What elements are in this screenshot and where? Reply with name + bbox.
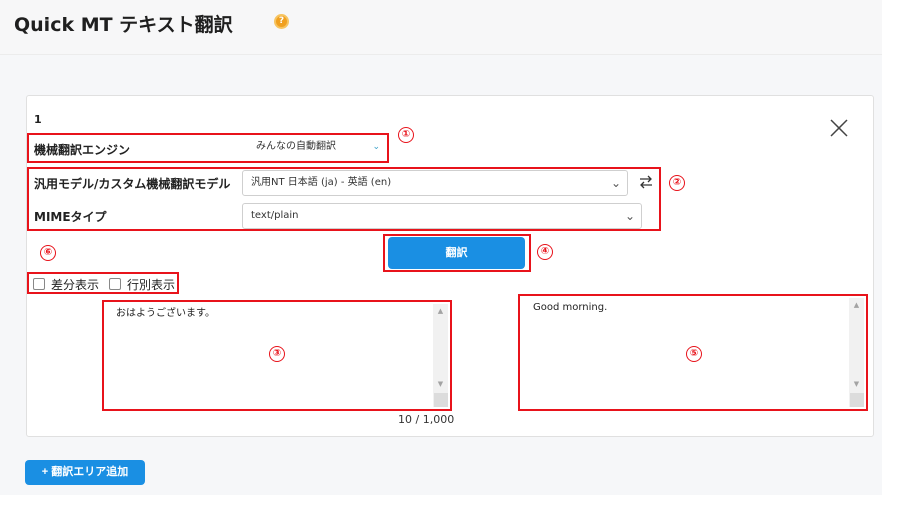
line-display-label: 行別表示 (127, 278, 176, 292)
question-circle-icon[interactable]: ? (274, 14, 289, 29)
diff-display-checkbox[interactable] (33, 278, 45, 290)
page-title: Quick MT テキスト翻訳 (14, 14, 233, 36)
display-options: 差分表示 行別表示 (33, 276, 185, 293)
character-counter: 10 / 1,000 (398, 413, 455, 426)
marker-1: ① (398, 127, 414, 143)
mime-select[interactable]: text/plain ⌄ (242, 203, 642, 229)
mime-label: MIMEタイプ (34, 210, 107, 224)
model-select[interactable]: 汎用NT 日本語 (ja) - 英語 (en) ⌄ (242, 170, 628, 196)
marker-2: ② (669, 175, 685, 191)
marker-3: ③ (269, 346, 285, 362)
source-scrollbar[interactable]: ▲ ▼ (433, 304, 448, 407)
chevron-down-icon: ⌄ (624, 209, 635, 223)
engine-select[interactable]: みんなの自動翻訳 ⌄ (248, 135, 386, 161)
swap-arrows-icon[interactable] (638, 174, 654, 190)
resize-grip-icon[interactable] (434, 393, 448, 407)
resize-grip-icon[interactable] (850, 393, 864, 407)
diff-display-option[interactable]: 差分表示 (33, 276, 99, 293)
header: Quick MT テキスト翻訳 ? (0, 0, 882, 55)
line-display-checkbox[interactable] (109, 278, 122, 290)
scroll-down-icon[interactable]: ▼ (849, 377, 864, 391)
scroll-down-icon[interactable]: ▼ (433, 377, 448, 391)
close-icon[interactable] (828, 117, 850, 139)
marker-6: ⑥ (40, 245, 56, 261)
chevron-down-icon: ⌄ (372, 142, 380, 152)
model-select-value: 汎用NT 日本語 (ja) - 英語 (en) (251, 177, 392, 188)
marker-5: ⑤ (686, 346, 702, 362)
engine-label: 機械翻訳エンジン (34, 143, 131, 157)
scroll-up-icon[interactable]: ▲ (849, 298, 864, 312)
model-label: 汎用モデル/カスタム機械翻訳モデル (34, 177, 231, 191)
line-display-option[interactable]: 行別表示 (109, 276, 175, 293)
translate-button[interactable]: 翻訳 (388, 237, 525, 269)
mime-select-value: text/plain (251, 210, 299, 221)
engine-select-value: みんなの自動翻訳 (256, 141, 336, 152)
target-scrollbar[interactable]: ▲ ▼ (849, 298, 864, 407)
target-text: Good morning. (533, 302, 608, 313)
scroll-up-icon[interactable]: ▲ (433, 304, 448, 318)
chevron-down-icon: ⌄ (610, 176, 621, 190)
marker-4: ④ (537, 244, 553, 260)
source-text: おはようございます。 (116, 308, 215, 319)
card-number: 1 (34, 113, 42, 126)
diff-display-label: 差分表示 (51, 278, 100, 292)
add-translation-area-button[interactable]: + 翻訳エリア追加 (25, 460, 145, 485)
